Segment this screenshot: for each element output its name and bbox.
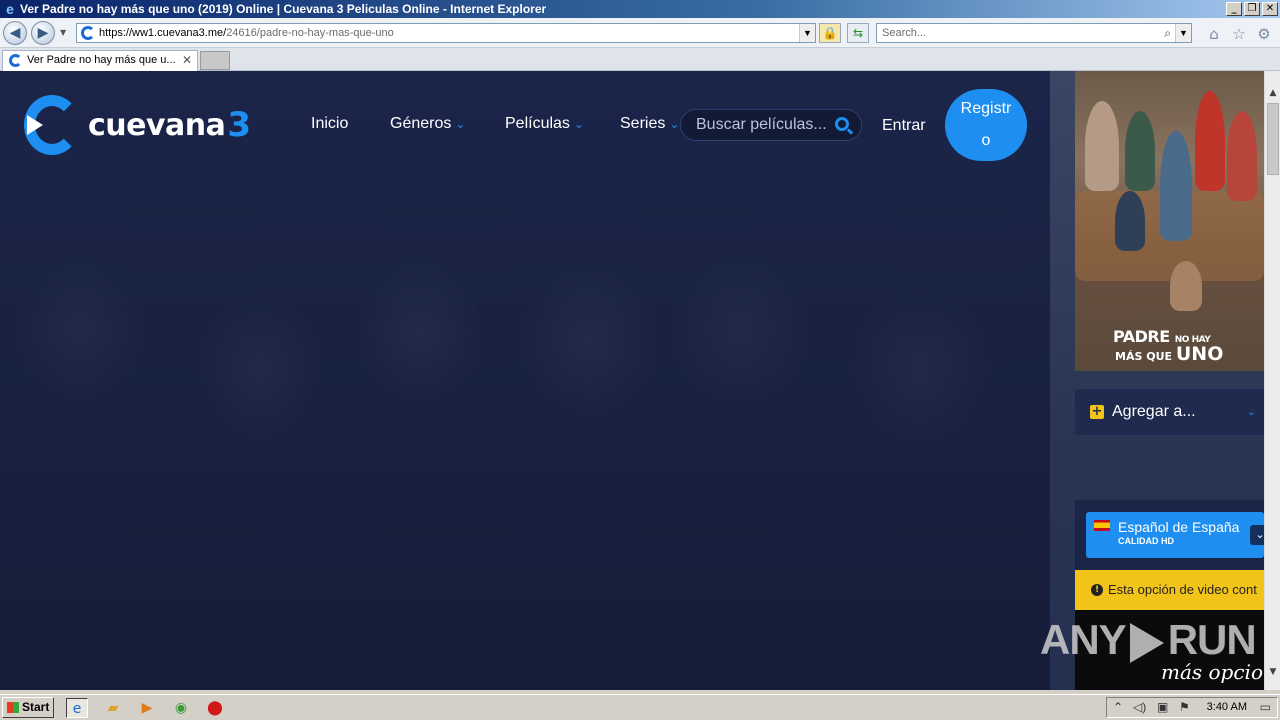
close-window-button[interactable]: ✕ [1262,2,1278,16]
site-favicon-icon [81,26,95,40]
volume-icon[interactable]: ◁) [1133,698,1146,717]
chevron-down-icon: ⌄ [1246,406,1256,418]
media-player-icon[interactable]: ▶ [136,698,158,718]
tab-favicon-icon [9,54,22,67]
forward-button[interactable]: ▶ [31,21,55,45]
nav-peliculas[interactable]: Películas ⌄ [505,115,584,133]
plus-icon: + [1090,404,1104,419]
folder-icon[interactable]: ▰ [102,698,124,718]
recent-pages-dropdown-icon[interactable]: ▼ [60,28,66,37]
nav-generos-label: Géneros [390,115,452,132]
home-icon[interactable]: ⌂ [1205,25,1223,43]
nav-series-label: Series [620,115,666,132]
tab-label: Ver Padre no hay más que u... [27,54,176,66]
internet-explorer-icon[interactable]: e [66,698,88,718]
show-desktop-icon[interactable]: ▭ [1260,698,1271,717]
ie-logo-icon: e [6,1,14,17]
play-logo-icon [1129,622,1164,663]
site-search-input[interactable]: Buscar películas... [680,109,862,141]
language-option-button[interactable]: Español de España CALIDAD HD ⌄ [1086,512,1264,558]
restore-button[interactable]: ❐ [1244,2,1260,16]
add-to-list-label: Agregar a... [1112,403,1196,420]
cuevana-logo-icon [24,95,80,155]
back-button[interactable]: ◀ [3,21,27,45]
favorites-star-icon[interactable]: ☆ [1230,25,1248,43]
logo-word: cuevana [88,107,226,143]
chevron-down-icon: ⌄ [669,117,680,131]
taskbar: Start e ▰ ▶ ◉ ⬤ ⌃ ◁) ▣ ⚑ 3:40 AM ▭ [0,694,1280,720]
close-tab-icon[interactable]: ✕ [182,51,192,70]
tab-cuevana[interactable]: Ver Padre no hay más que u... ✕ [2,50,198,71]
scroll-up-icon[interactable]: ▲ [1265,85,1280,101]
nav-series[interactable]: Series ⌄ [620,115,679,133]
web-page: cuevana 3 Inicio Géneros ⌄ Películas ⌄ Ser… [0,71,1264,690]
search-placeholder: Search... [882,27,927,39]
add-to-list-button[interactable]: + Agregar a... ⌄ [1075,389,1264,435]
window-title: Ver Padre no hay más que uno (2019) Onli… [20,2,547,16]
login-link[interactable]: Entrar [882,117,926,135]
address-input[interactable]: https://ww1.cuevana3.me/24616/padre-no-h… [76,23,816,43]
nav-generos[interactable]: Géneros ⌄ [390,115,465,133]
flag-icon[interactable]: ⚑ [1179,698,1190,717]
search-icon[interactable] [835,117,849,131]
start-label: Start [22,700,50,714]
search-icon[interactable]: ⌕ [1164,24,1171,42]
system-tray: ⌃ ◁) ▣ ⚑ 3:40 AM ▭ [1106,697,1278,718]
search-input[interactable]: Search... ⌕ ▼ [876,23,1192,43]
stop-icon[interactable]: ⬤ [204,698,226,718]
title-bar: e Ver Padre no hay más que uno (2019) On… [0,0,1280,18]
address-dropdown-icon[interactable]: ▼ [799,24,815,42]
vertical-scrollbar[interactable]: ▲ ▼ [1264,71,1280,690]
site-logo[interactable]: cuevana 3 [24,95,251,155]
movie-poster: PADRE NO HAY MÁS QUE UNO [1075,71,1264,371]
url-path: 24616/padre-no-hay-mas-que-uno [226,27,394,39]
network-icon[interactable]: ▣ [1157,698,1168,717]
windows-logo-icon [7,702,19,713]
new-tab-button[interactable] [200,51,230,70]
hero-background [0,71,1050,690]
exclamation-icon: ! [1091,584,1103,596]
spain-flag-icon [1094,520,1110,531]
lock-icon[interactable]: 🔒 [819,23,841,43]
anyrun-watermark: ANY RUN [1040,616,1257,663]
search-provider-dropdown-icon[interactable]: ▼ [1175,24,1191,42]
chrome-icon[interactable]: ◉ [170,698,192,718]
tab-bar: Ver Padre no hay más que u... ✕ [0,48,1280,71]
start-button[interactable]: Start [2,697,54,718]
chevron-down-icon: ⌄ [573,117,584,131]
show-hidden-icons-icon[interactable]: ⌃ [1113,698,1123,717]
chevron-down-icon: ⌄ [455,117,466,131]
nav-inicio-label: Inicio [311,115,349,132]
warning-banner: ! Esta opción de video cont [1075,570,1264,610]
minimize-button[interactable]: _ [1226,2,1242,16]
language-label: Español de España [1118,519,1240,535]
warning-text: Esta opción de video cont [1108,582,1257,597]
quality-label: CALIDAD HD [1118,536,1174,546]
register-button[interactable]: Registro [945,89,1027,161]
settings-gear-icon[interactable]: ⚙ [1255,25,1273,43]
chevron-down-icon[interactable]: ⌄ [1250,525,1264,545]
site-search-placeholder: Buscar películas... [696,116,827,133]
poster-title-line2: MÁS QUE UNO [1115,343,1224,365]
scroll-down-icon[interactable]: ▼ [1265,664,1280,680]
logo-number: 3 [227,105,252,145]
url-host: https://ww1.cuevana3.me/ [99,27,227,39]
address-toolbar: ◀ ▶ ▼ https://ww1.cuevana3.me/24616/padr… [0,18,1280,48]
nav-peliculas-label: Películas [505,115,570,132]
nav-inicio[interactable]: Inicio [311,115,348,133]
clock[interactable]: 3:40 AM [1207,698,1247,717]
refresh-button[interactable]: ⇆ [847,23,869,43]
scroll-thumb[interactable] [1267,103,1279,175]
